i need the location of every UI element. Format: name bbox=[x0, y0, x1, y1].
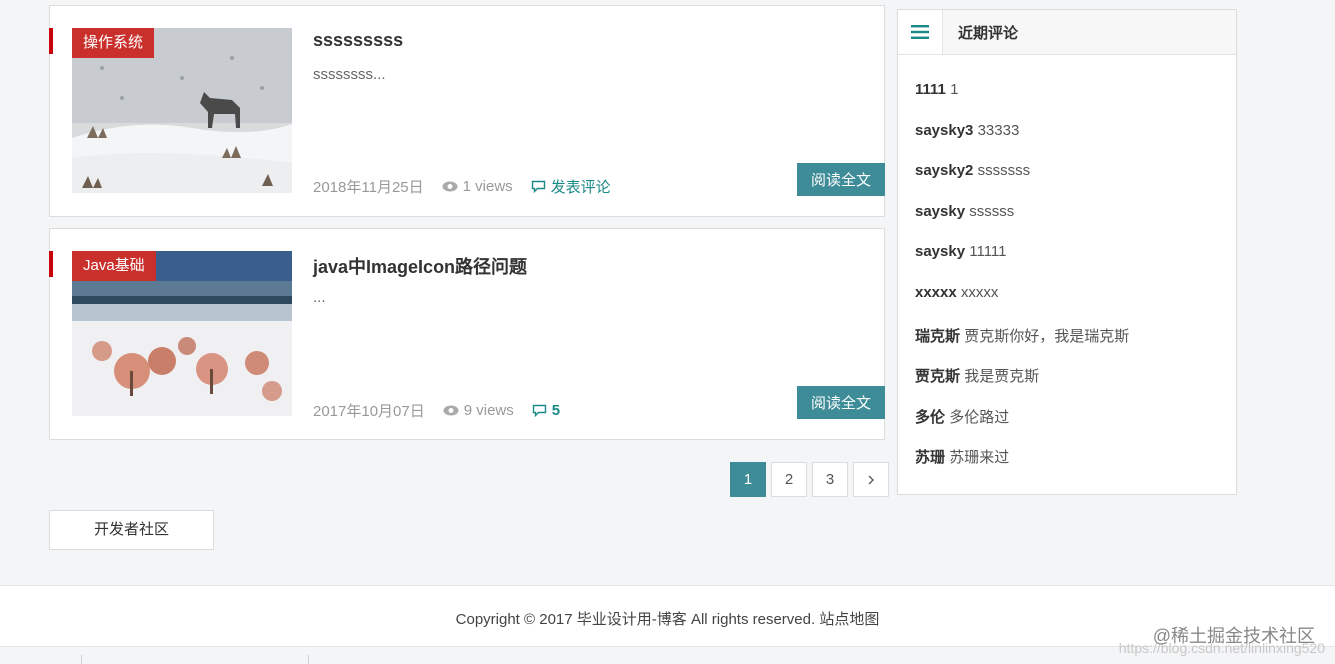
comment-item[interactable]: saysky 11111 bbox=[915, 243, 1236, 284]
read-more-button[interactable]: 阅读全文 bbox=[797, 163, 885, 196]
post-meta: 2018年11月25日 1 views 发表评论 bbox=[313, 176, 611, 197]
comment-author: saysky2 bbox=[915, 162, 974, 180]
comment-author: 贾克斯 bbox=[915, 368, 961, 386]
post-card: 操作系统 sssssssss ssssssss... 2018年11月25日 1… bbox=[49, 5, 885, 217]
eye-icon bbox=[442, 181, 458, 192]
comment-item[interactable]: 多伦 多伦路过 bbox=[915, 406, 1236, 447]
post-views: 1 views bbox=[442, 178, 513, 195]
comment-text: 我是贾克斯 bbox=[964, 368, 1040, 386]
comment-author: 瑞克斯 bbox=[915, 327, 961, 345]
comment-item[interactable]: 苏珊 苏珊来过 bbox=[915, 446, 1236, 487]
comment-author: saysky bbox=[915, 243, 966, 261]
footer-divider bbox=[81, 655, 82, 664]
post-views: 9 views bbox=[443, 402, 514, 419]
next-page-button[interactable] bbox=[853, 462, 889, 497]
comment-text: 33333 bbox=[977, 121, 1020, 139]
menu-icon bbox=[898, 10, 943, 54]
comment-list: 1111 1 saysky3 33333 saysky2 sssssss say… bbox=[898, 55, 1236, 487]
comment-author: 多伦 bbox=[915, 408, 946, 426]
chevron-right-icon bbox=[868, 475, 874, 485]
post-title[interactable]: java中ImageIcon路径问题 bbox=[313, 253, 527, 279]
widget-header: 近期评论 bbox=[898, 10, 1236, 55]
post-comments-link[interactable]: 5 bbox=[532, 402, 560, 419]
comment-icon bbox=[531, 180, 545, 193]
comment-item[interactable]: 贾克斯 我是贾克斯 bbox=[915, 365, 1236, 406]
comment-author: xxxxx bbox=[915, 283, 957, 301]
footer-divider bbox=[308, 655, 309, 664]
views-count: 9 views bbox=[463, 402, 514, 419]
post-excerpt: ssssssss... bbox=[313, 66, 386, 83]
post-card: Java基础 java中ImageIcon路径问题 ... 2017年10月07… bbox=[49, 228, 885, 440]
comments-count: 5 bbox=[551, 402, 561, 419]
page-footer: Copyright © 2017 毕业设计用-博客 All rights res… bbox=[0, 585, 1335, 647]
post-excerpt: ... bbox=[313, 289, 326, 306]
post-date: 2017年10月07日 bbox=[313, 403, 425, 420]
views-count: 1 views bbox=[462, 178, 513, 195]
comment-text: 苏珊来过 bbox=[949, 449, 1010, 467]
comment-author: 1111 bbox=[915, 81, 946, 98]
comment-text: 贾克斯你好，我是瑞克斯 bbox=[964, 327, 1130, 345]
comment-text: 1 bbox=[950, 81, 959, 98]
comment-text: sssssss bbox=[977, 162, 1031, 180]
page-3-button[interactable]: 3 bbox=[812, 462, 848, 497]
comment-text: ssssss bbox=[969, 202, 1015, 220]
post-title[interactable]: sssssssss bbox=[313, 30, 403, 51]
pagination: 1 2 3 bbox=[730, 462, 894, 497]
eye-icon bbox=[443, 405, 459, 416]
widget-title: 近期评论 bbox=[958, 24, 1019, 42]
category-badge[interactable]: 操作系统 bbox=[72, 28, 155, 58]
category-badge[interactable]: Java基础 bbox=[72, 251, 156, 281]
recent-comments-widget: 近期评论 1111 1 saysky3 33333 saysky2 ssssss… bbox=[897, 9, 1237, 495]
read-more-button[interactable]: 阅读全文 bbox=[797, 386, 885, 419]
comment-item[interactable]: xxxxx xxxxx bbox=[915, 284, 1236, 325]
comment-author: saysky bbox=[915, 202, 966, 220]
post-date: 2018年11月25日 bbox=[313, 179, 424, 196]
page-1-button[interactable]: 1 bbox=[730, 462, 766, 497]
comment-text: 11111 bbox=[969, 243, 1007, 261]
comment-text: xxxxx bbox=[960, 283, 999, 301]
comment-text: 多伦路过 bbox=[949, 408, 1010, 426]
page-2-button[interactable]: 2 bbox=[771, 462, 807, 497]
post-meta: 2017年10月07日 9 views 5 bbox=[313, 400, 560, 421]
comment-item[interactable]: 瑞克斯 贾克斯你好，我是瑞克斯 bbox=[915, 325, 1236, 366]
comment-icon bbox=[532, 404, 546, 417]
watermark-text: @稀土掘金技术社区 bbox=[1152, 626, 1315, 646]
comments-label: 发表评论 bbox=[550, 179, 611, 196]
comment-author: 苏珊 bbox=[915, 449, 946, 467]
post-comments-link[interactable]: 发表评论 bbox=[531, 176, 611, 197]
copyright-text: Copyright © 2017 毕业设计用-博客 All rights res… bbox=[455, 611, 880, 628]
comment-item[interactable]: saysky3 33333 bbox=[915, 122, 1236, 163]
comment-item[interactable]: saysky ssssss bbox=[915, 203, 1236, 244]
developer-community-link[interactable]: 开发者社区 bbox=[49, 510, 214, 550]
post-accent-bar bbox=[49, 251, 53, 277]
post-accent-bar bbox=[49, 28, 53, 54]
comment-author: saysky3 bbox=[915, 121, 974, 139]
comment-item[interactable]: saysky2 sssssss bbox=[915, 162, 1236, 203]
comment-item[interactable]: 1111 1 bbox=[915, 81, 1236, 122]
